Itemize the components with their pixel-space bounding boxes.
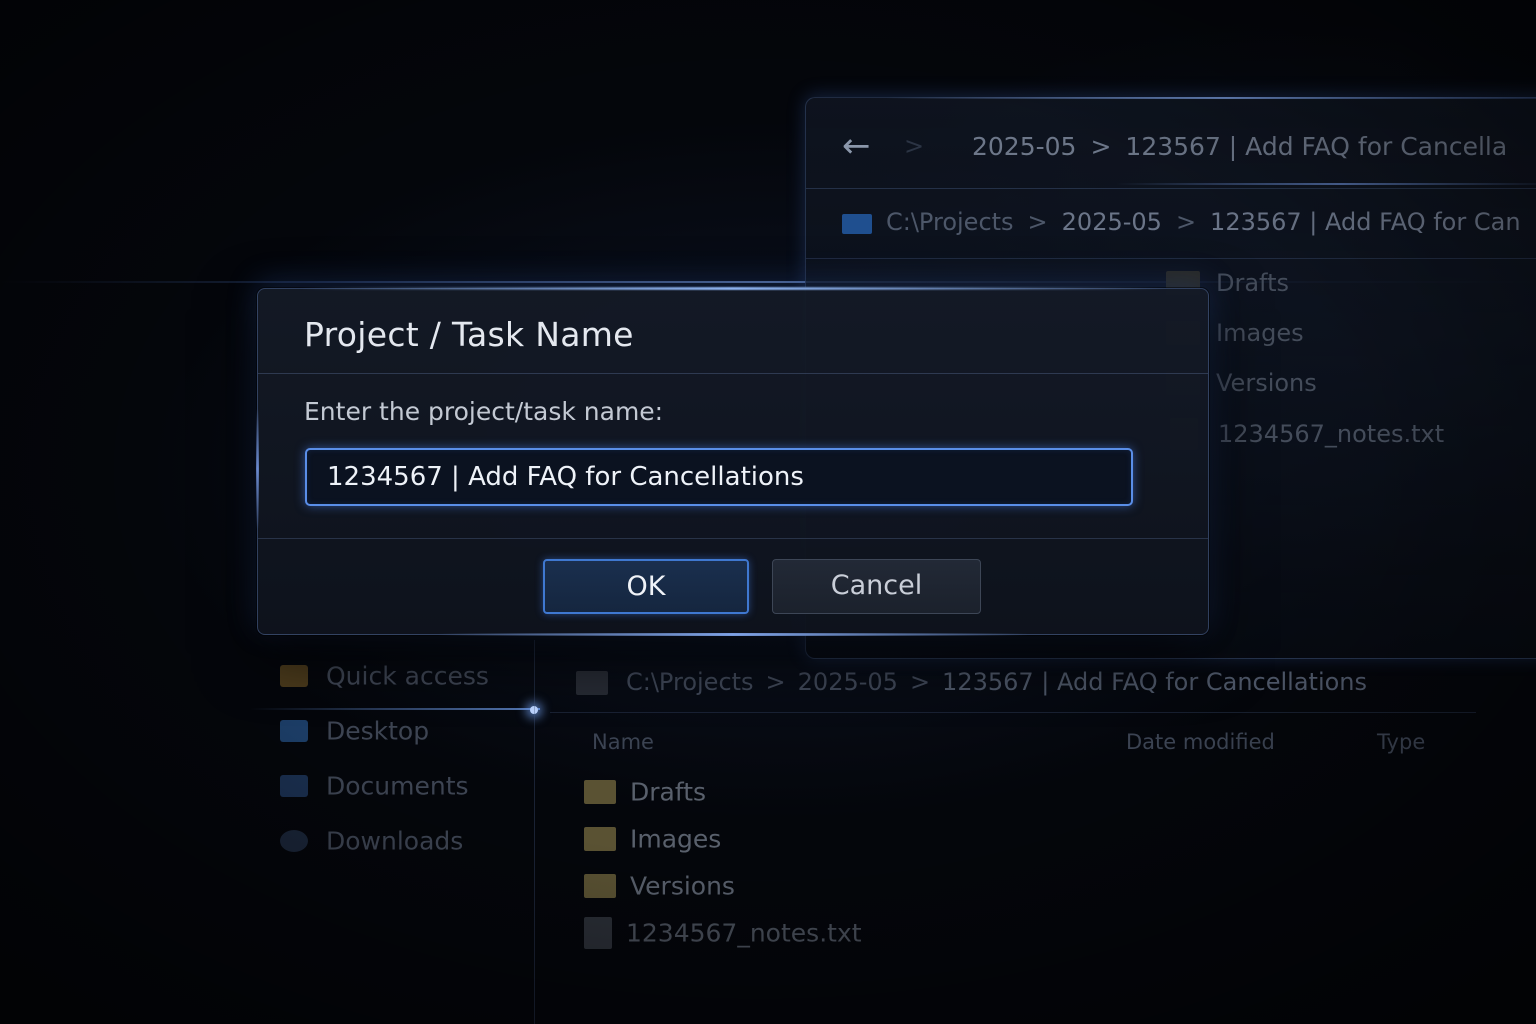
sidebar-glow-line	[250, 708, 540, 710]
item-label: Drafts	[1216, 269, 1289, 297]
column-header-name[interactable]: Name	[592, 730, 654, 754]
downloads-icon	[280, 830, 308, 852]
item-label: Images	[1216, 319, 1304, 347]
nav-glow-line	[1116, 183, 1536, 185]
address-segment[interactable]: 2025-05	[1062, 208, 1162, 236]
pane-divider	[534, 640, 535, 1024]
chevron-right-icon: >	[1175, 208, 1197, 236]
text-file-icon	[584, 917, 612, 949]
ok-button[interactable]: OK	[543, 559, 749, 614]
screen: ← > 2025-05 >123567 | Add FAQ for Cancell…	[0, 0, 1536, 1024]
address-divider	[550, 712, 1476, 713]
column-header-type[interactable]: Type	[1377, 730, 1425, 754]
sidebar-item-label: Documents	[326, 771, 469, 801]
prompt-label: Enter the project/task name:	[304, 397, 664, 426]
chevron-right-icon: >	[1027, 208, 1048, 236]
item-label: 1234567_notes.txt	[626, 918, 862, 948]
folder-icon	[576, 671, 608, 695]
item-label: 1234567_notes.txt	[1218, 420, 1445, 448]
column-header-date-modified[interactable]: Date modified	[1126, 730, 1275, 754]
address-segment[interactable]: 123567 | Add FAQ for Cancellations	[942, 668, 1367, 696]
address-segment[interactable]: 123567 | Add FAQ for Can	[1210, 208, 1520, 236]
navigation-bar: ← > 2025-05 >123567 | Add FAQ for Cancell…	[806, 98, 1536, 189]
item-label: Versions	[1216, 369, 1317, 397]
sidebar-item-quick-access[interactable]: Quick access	[280, 660, 489, 715]
chevron-right-icon: >	[765, 668, 786, 696]
address-bar[interactable]: C:\Projects >2025-05 >123567 | Add FAQ for…	[806, 188, 1536, 259]
sidebar-item-downloads[interactable]: Downloads	[280, 825, 489, 880]
breadcrumb: 2025-05 >123567 | Add FAQ for Cancella	[972, 132, 1507, 161]
back-arrow-icon[interactable]: ←	[842, 126, 871, 166]
divider	[258, 538, 1208, 539]
sidebar-item-desktop[interactable]: Desktop	[280, 715, 489, 770]
list-item[interactable]: Images	[584, 823, 862, 870]
quick-access-icon	[280, 665, 308, 687]
sidebar-item-label: Desktop	[326, 716, 430, 746]
project-name-input[interactable]	[305, 448, 1133, 506]
breadcrumb-item[interactable]: 2025-05	[972, 132, 1076, 161]
sidebar-item-documents[interactable]: Documents	[280, 770, 489, 825]
sidebar-item-label: Quick access	[326, 661, 489, 691]
chevron-right-icon: >	[904, 132, 925, 160]
list-item[interactable]: Drafts	[584, 776, 862, 823]
address-bar[interactable]: C:\Projects >2025-05 >123567 | Add FAQ for…	[576, 668, 1367, 696]
folder-icon	[842, 214, 872, 234]
sidebar: Quick access Desktop Documents Downloads	[280, 660, 489, 880]
divider	[258, 373, 1208, 374]
folder-icon	[584, 780, 616, 804]
project-task-name-dialog: Project / Task Name Enter the project/ta…	[256, 287, 1209, 636]
dialog-glow-left	[256, 409, 259, 529]
address-segment[interactable]: C:\Projects	[886, 208, 1014, 236]
chevron-right-icon: >	[1090, 132, 1112, 161]
background-explorer-lower: Quick access Desktop Documents Downloads…	[240, 640, 1536, 1024]
folder-icon	[584, 827, 616, 851]
item-label: Versions	[630, 871, 735, 901]
dialog-glow-top	[298, 287, 1168, 290]
dialog-glow-bottom	[438, 633, 1028, 636]
documents-icon	[280, 775, 308, 797]
list-item[interactable]: 1234567_notes.txt	[584, 917, 862, 964]
address-segment[interactable]: 2025-05	[798, 668, 898, 696]
sidebar-item-label: Downloads	[326, 826, 464, 856]
breadcrumb-item[interactable]: 123567 | Add FAQ for Cancella	[1125, 132, 1507, 161]
chevron-right-icon: >	[909, 668, 931, 696]
dialog-title: Project / Task Name	[304, 315, 634, 354]
item-label: Drafts	[630, 777, 707, 807]
address-segment[interactable]: C:\Projects	[626, 668, 754, 696]
file-list: Drafts Images Versions 1234567_notes.txt	[584, 776, 862, 964]
address-path: C:\Projects >2025-05 >123567 | Add FAQ for…	[886, 208, 1521, 236]
folder-icon	[584, 874, 616, 898]
list-item[interactable]: Versions	[584, 870, 862, 917]
item-label: Images	[630, 824, 722, 854]
desktop-icon	[280, 720, 308, 742]
cancel-button[interactable]: Cancel	[772, 559, 981, 614]
